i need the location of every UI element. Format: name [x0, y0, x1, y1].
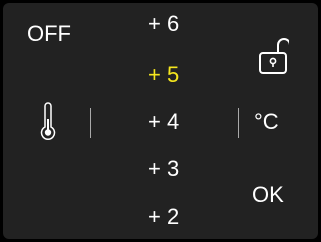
- offset-value-plus-2[interactable]: + 2: [148, 205, 208, 229]
- offset-value-plus-6[interactable]: + 6: [148, 12, 208, 36]
- unit-label[interactable]: °C: [254, 110, 279, 134]
- ok-button[interactable]: OK: [252, 183, 284, 207]
- offset-value-plus-5-selected[interactable]: + 5: [148, 63, 208, 87]
- offset-value-plus-3[interactable]: + 3: [148, 157, 208, 181]
- thermostat-screen: OFF + 6 + 5 + 4 + 3 + 2 °C OK: [3, 3, 318, 239]
- offset-value-plus-4[interactable]: + 4: [148, 110, 208, 134]
